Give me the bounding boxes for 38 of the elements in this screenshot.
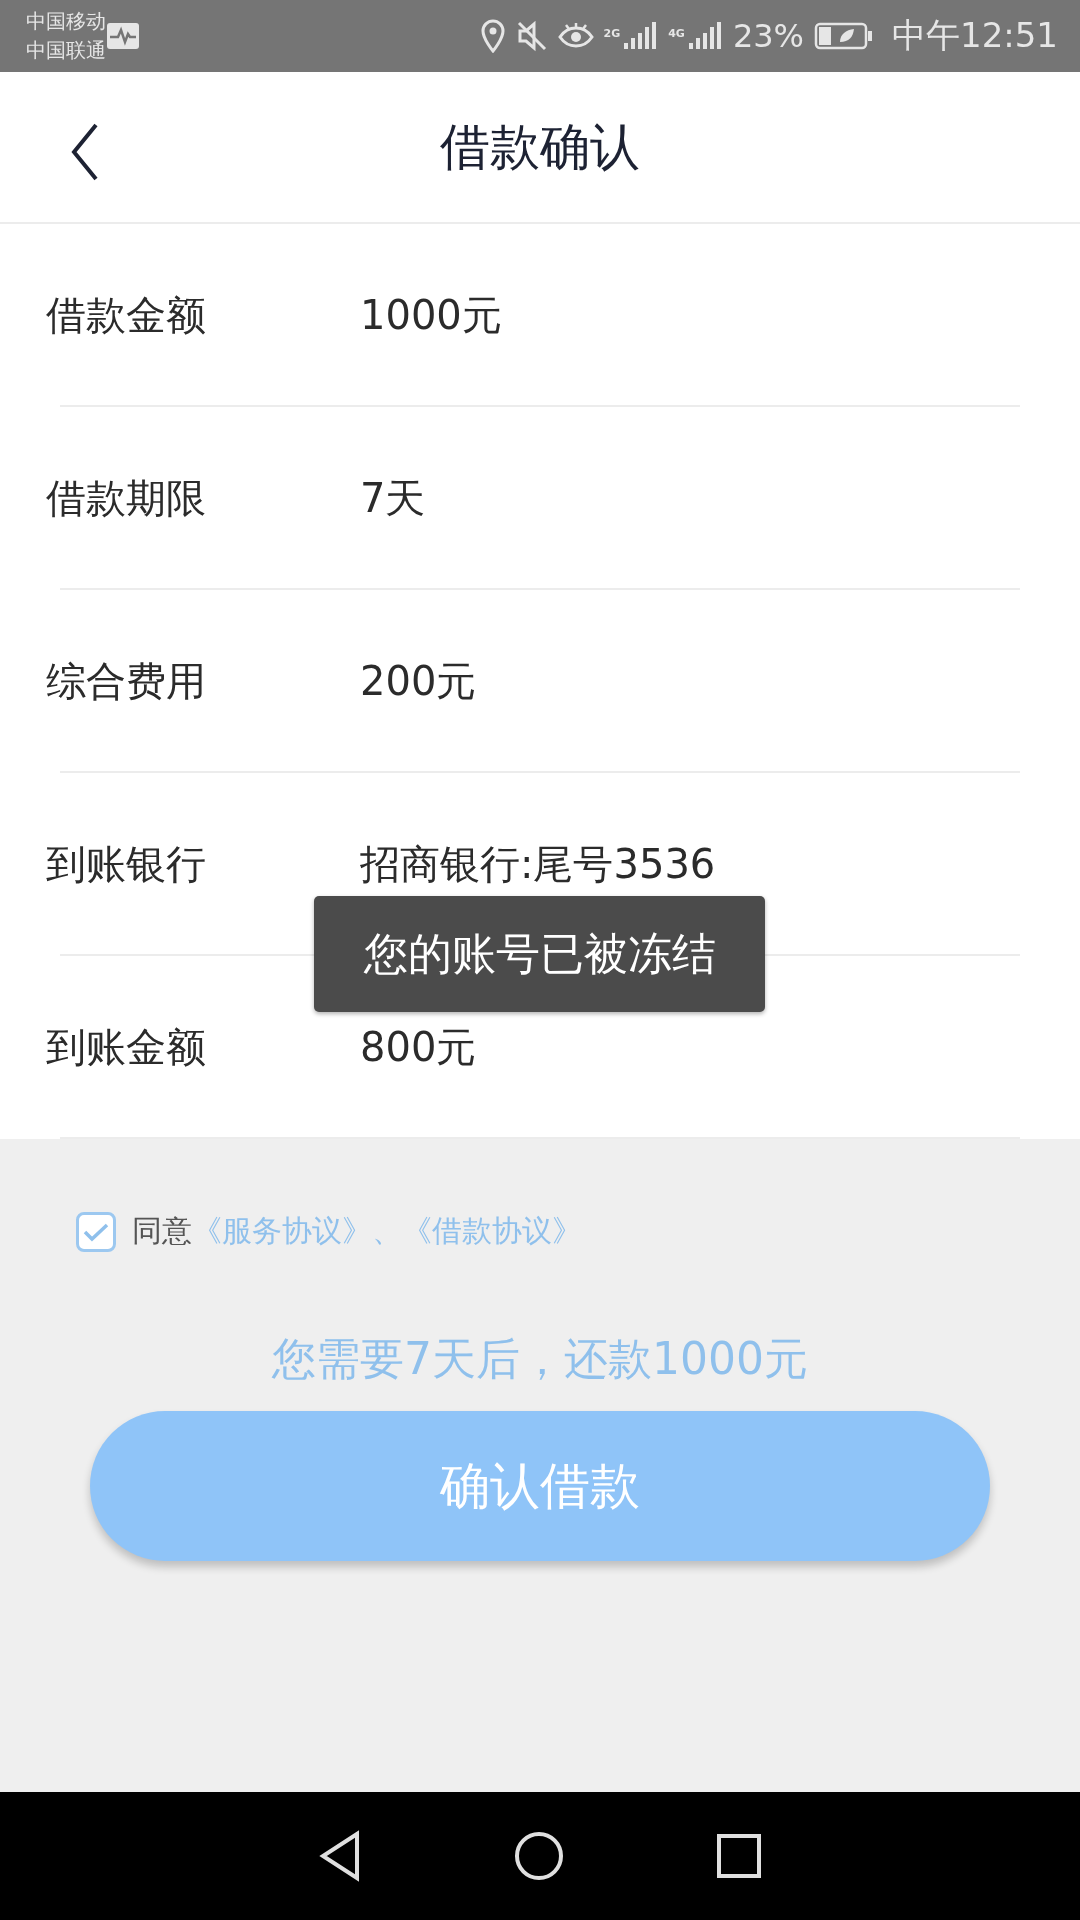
toast-message: 您的账号已被冻结 [314,896,765,1012]
eye-icon [557,22,594,50]
home-button[interactable] [513,1830,565,1882]
detail-value: 1000元 [360,291,502,340]
detail-label: 借款期限 [46,474,207,523]
battery-icon [814,21,874,51]
back-icon [70,122,100,182]
signal-icon [686,21,723,51]
location-icon [479,19,506,53]
repayment-note: 您需要7天后，还款1000元 [271,1332,809,1386]
detail-label: 综合费用 [46,657,207,706]
page-title: 借款确认 [440,116,640,178]
check-icon [83,1221,109,1242]
signal-icon [622,21,659,51]
agree-checkbox[interactable] [76,1211,116,1252]
activity-icon [106,22,140,50]
detail-value: 招商银行:尾号3536 [360,840,716,889]
confirm-loan-button[interactable]: 确认借款 [90,1411,990,1561]
home-icon [513,1830,565,1882]
recent-apps-icon [715,1832,763,1880]
network-type: 2G [603,27,621,40]
clock: 中午12:51 [892,14,1058,57]
detail-label: 借款金额 [46,291,207,340]
recent-apps-button[interactable] [715,1832,763,1880]
network-type: 4G [668,27,685,40]
mute-icon [515,20,548,52]
agreement-link[interactable]: 《服务协议》 [192,1211,372,1252]
detail-value: 7天 [360,474,426,523]
battery-percent: 23% [732,17,804,55]
agreement-link[interactable]: 《借款协议》 [402,1211,582,1252]
separator: 、 [372,1212,402,1250]
detail-label: 到账银行 [46,840,207,889]
detail-value: 200元 [360,657,477,706]
carrier-name: 中国联通 [26,37,106,64]
detail-value: 800元 [360,1023,477,1072]
agree-label: 同意 [132,1212,192,1250]
detail-label: 到账金额 [46,1023,207,1072]
carrier-name: 中国移动 [26,8,106,35]
